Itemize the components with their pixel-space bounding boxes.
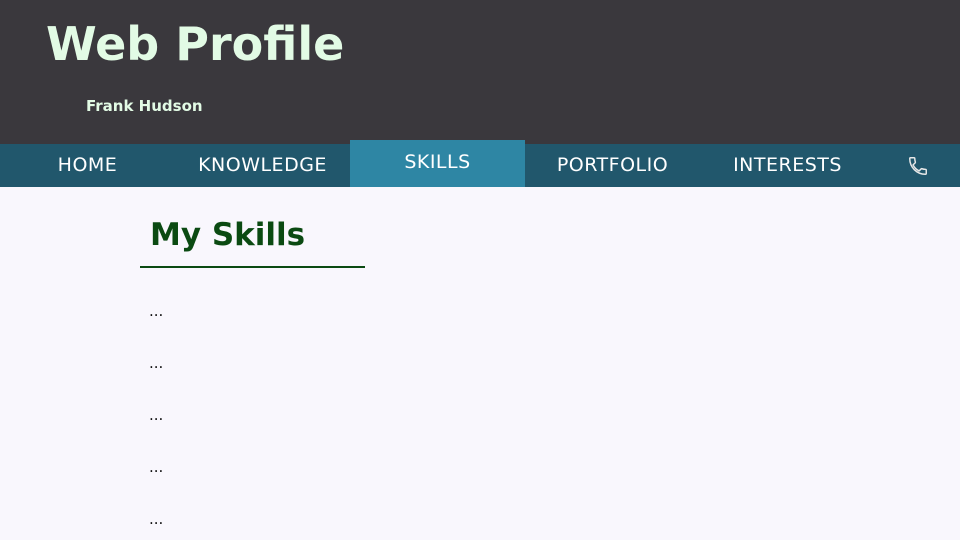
section-title: My Skills bbox=[150, 217, 306, 253]
phone-icon bbox=[909, 156, 927, 175]
skill-item: ... bbox=[149, 458, 164, 476]
nav-knowledge[interactable]: KNOWLEDGE bbox=[175, 144, 350, 187]
site-header: Web Profile Frank Hudson bbox=[0, 0, 960, 144]
nav-home[interactable]: HOME bbox=[0, 144, 175, 187]
title-underline bbox=[140, 266, 365, 268]
skill-item: ... bbox=[149, 354, 164, 372]
main-nav: HOME KNOWLEDGE SKILLS PORTFOLIO INTEREST… bbox=[0, 140, 960, 187]
skill-item: ... bbox=[149, 510, 164, 528]
site-title: Web Profile bbox=[46, 17, 345, 71]
contact-button[interactable] bbox=[900, 144, 936, 187]
nav-interests[interactable]: INTERESTS bbox=[700, 144, 875, 187]
nav-skills[interactable]: SKILLS bbox=[350, 140, 525, 187]
nav-portfolio[interactable]: PORTFOLIO bbox=[525, 144, 700, 187]
owner-name: Frank Hudson bbox=[86, 97, 203, 115]
skill-item: ... bbox=[149, 302, 164, 320]
skills-section: My Skills ... ... ... ... ... bbox=[0, 187, 960, 540]
skill-item: ... bbox=[149, 406, 164, 424]
